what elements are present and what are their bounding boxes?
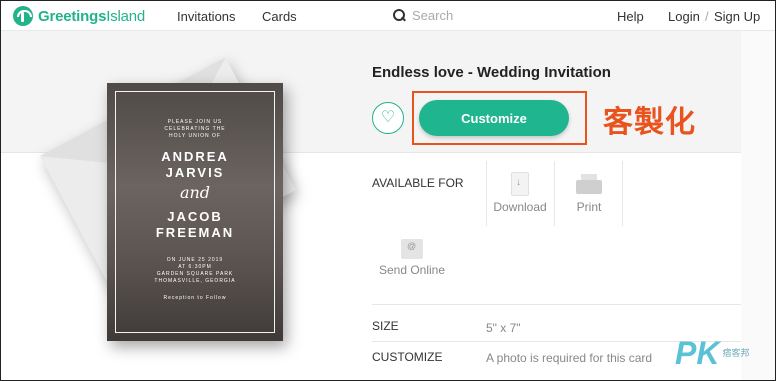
product-title: Endless love - Wedding Invitation (372, 64, 611, 81)
card-intro-line: HOLY UNION OF (169, 133, 221, 139)
size-value: 5" x 7" (486, 321, 521, 335)
card-detail-line: ON JUNE 25 2019 (166, 257, 224, 263)
invitation-card-preview[interactable]: PLEASE JOIN US CELEBRATING THE HOLY UNIO… (107, 83, 283, 341)
print-option[interactable]: Print (557, 174, 621, 214)
favorite-button[interactable]: ♡ (372, 102, 404, 134)
divider (372, 304, 741, 305)
search-placeholder: Search (412, 8, 454, 23)
print-label: Print (576, 200, 602, 214)
size-label: SIZE (372, 319, 399, 333)
download-option[interactable]: Download (488, 172, 552, 214)
heart-icon: ♡ (380, 109, 396, 126)
search-icon (393, 9, 406, 22)
card-intro-line: PLEASE JOIN US (167, 119, 223, 125)
customize-button[interactable]: Customize (419, 100, 569, 136)
available-for-label: AVAILABLE FOR (372, 176, 464, 190)
send-online-option[interactable]: @ Send Online (372, 239, 452, 277)
option-divider (622, 161, 623, 226)
signup-link[interactable]: Sign Up (714, 9, 760, 24)
send-online-label: Send Online (378, 263, 446, 277)
option-divider (486, 161, 487, 226)
palm-tree-icon (13, 6, 33, 26)
help-link[interactable]: Help (617, 9, 644, 24)
right-gutter (741, 31, 775, 380)
card-reception: Reception to Follow (163, 295, 227, 301)
customize-row-value: A photo is required for this card (486, 351, 653, 365)
download-icon (511, 172, 529, 196)
card-name1-last: JARVIS (165, 165, 225, 180)
logo[interactable]: GreetingsIsland (13, 6, 145, 26)
card-name2-first: JACOB (167, 209, 223, 224)
nav-cards[interactable]: Cards (262, 9, 297, 24)
watermark-sub: 痞客邦 (722, 347, 750, 358)
card-detail-line: THOMASVILLE, GEORGIA (154, 278, 236, 284)
logo-text: GreetingsIsland (38, 8, 145, 25)
email-icon: @ (401, 239, 423, 259)
card-and: and (179, 183, 211, 202)
printer-icon (576, 174, 602, 196)
card-name1-first: ANDREA (161, 149, 229, 164)
card-intro-line: CELEBRATING THE (164, 126, 226, 132)
watermark-pk: PK (675, 335, 720, 371)
logo-light: Island (106, 7, 146, 25)
page: GreetingsIsland Invitations Cards Search… (0, 0, 776, 381)
card-name2-last: FREEMAN (155, 225, 235, 240)
annotation-label: 客製化 (603, 106, 696, 139)
customize-row-label: CUSTOMIZE (372, 350, 443, 364)
watermark: PK 痞客邦 (675, 337, 749, 369)
search-input[interactable]: Search (393, 8, 453, 23)
nav-invitations[interactable]: Invitations (177, 9, 236, 24)
card-detail-line: GARDEN SQUARE PARK (156, 271, 234, 277)
auth-separator: / (705, 9, 709, 24)
option-divider (554, 161, 555, 226)
download-label: Download (493, 200, 547, 214)
login-link[interactable]: Login (668, 9, 700, 24)
card-detail-line: AT 6:30PM (178, 264, 212, 270)
logo-bold: Greetings (38, 7, 107, 25)
top-navigation: GreetingsIsland Invitations Cards Search… (1, 1, 775, 31)
